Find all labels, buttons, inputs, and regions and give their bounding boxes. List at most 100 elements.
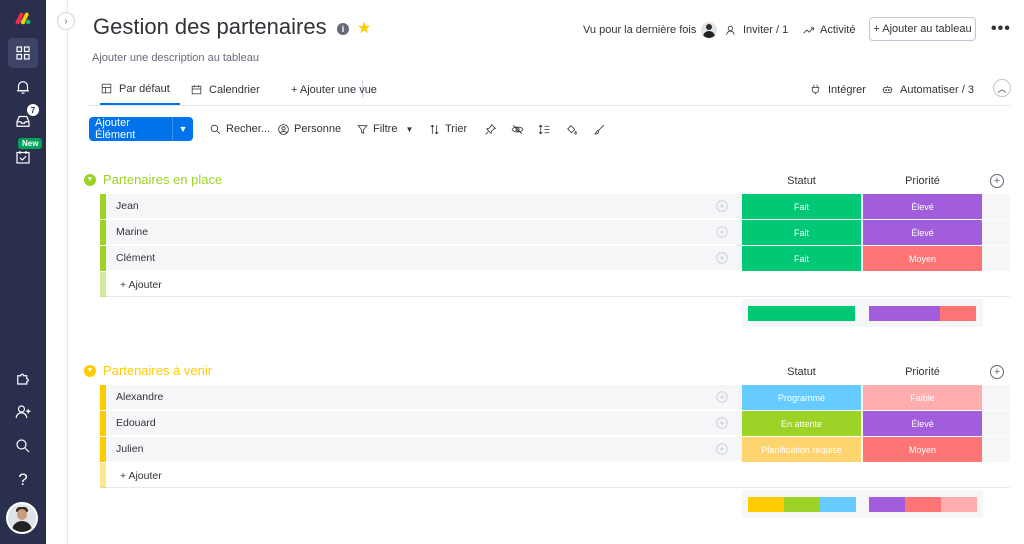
group-title[interactable]: ▼ Partenaires à venir bbox=[84, 363, 212, 378]
add-item-button[interactable]: Ajouter Élément ▼ bbox=[89, 117, 193, 141]
item-name[interactable]: Jean bbox=[116, 200, 139, 212]
row-extension bbox=[983, 194, 1010, 219]
group-color-bar bbox=[100, 220, 106, 245]
robot-icon bbox=[882, 85, 893, 94]
activity-button[interactable]: Activité bbox=[802, 18, 855, 42]
notifications-bell-icon[interactable] bbox=[8, 72, 38, 102]
status-cell[interactable]: Programmé bbox=[742, 385, 861, 410]
group-color-bar bbox=[100, 246, 106, 271]
board-description[interactable]: Ajouter une description au tableau bbox=[92, 52, 259, 64]
user-avatar[interactable] bbox=[6, 502, 38, 534]
status-cell[interactable]: Fait bbox=[742, 194, 861, 219]
item-name[interactable]: Julien bbox=[116, 443, 143, 455]
priority-summary-bar[interactable] bbox=[863, 299, 982, 327]
group-collapse-chevron-icon[interactable]: ▼ bbox=[84, 364, 96, 377]
filter-button[interactable]: Filtre ▼ bbox=[356, 117, 413, 141]
priority-cell[interactable]: Élevé bbox=[863, 220, 982, 245]
filter-chevron-down-icon[interactable]: ▼ bbox=[405, 125, 413, 134]
monday-logo-icon[interactable] bbox=[8, 4, 38, 34]
add-update-icon[interactable] bbox=[715, 199, 729, 213]
plug-icon bbox=[811, 84, 820, 95]
status-cell[interactable]: Fait bbox=[742, 246, 861, 271]
row-height-button[interactable] bbox=[538, 117, 555, 141]
table-row[interactable]: Jean Fait Élevé bbox=[100, 194, 983, 219]
column-header-status[interactable]: Statut bbox=[742, 366, 861, 378]
tab-par-defaut[interactable]: Par défaut bbox=[100, 74, 180, 105]
person-add-icon bbox=[726, 25, 735, 35]
hide-button[interactable] bbox=[511, 117, 528, 141]
help-icon[interactable]: ? bbox=[8, 465, 38, 495]
table-row[interactable]: Alexandre Programmé Faible bbox=[100, 385, 983, 410]
add-update-icon[interactable] bbox=[715, 225, 729, 239]
my-work-calendar-check-icon[interactable] bbox=[8, 142, 38, 172]
info-icon[interactable]: i bbox=[337, 23, 349, 35]
color-button[interactable] bbox=[565, 117, 582, 141]
format-button[interactable] bbox=[593, 117, 610, 141]
column-header-status[interactable]: Statut bbox=[742, 175, 861, 187]
integrate-label: Intégrer bbox=[828, 83, 866, 96]
add-column-plus-icon[interactable]: + bbox=[990, 365, 1004, 379]
apps-puzzle-icon[interactable] bbox=[8, 363, 38, 393]
item-name[interactable]: Edouard bbox=[116, 417, 156, 429]
status-cell[interactable]: Planification requise bbox=[742, 437, 861, 462]
invite-members-icon[interactable] bbox=[8, 397, 38, 427]
expand-panel-chevron-icon[interactable]: › bbox=[57, 12, 75, 30]
add-update-icon[interactable] bbox=[715, 390, 729, 404]
add-item-row[interactable]: + Ajouter bbox=[100, 463, 1010, 488]
add-item-row[interactable]: + Ajouter bbox=[100, 272, 1010, 297]
status-cell[interactable]: Fait bbox=[742, 220, 861, 245]
priority-cell[interactable]: Moyen bbox=[863, 246, 982, 271]
item-name[interactable]: Marine bbox=[116, 226, 148, 238]
search-icon[interactable] bbox=[8, 431, 38, 461]
person-filter-button[interactable]: Personne bbox=[277, 117, 341, 141]
group-title[interactable]: ▼ Partenaires en place bbox=[84, 172, 222, 187]
group-color-bar bbox=[100, 272, 106, 297]
activity-trend-icon bbox=[803, 26, 814, 33]
priority-summary-bar[interactable] bbox=[863, 490, 982, 518]
table-row[interactable]: Edouard En attente Élevé bbox=[100, 411, 983, 436]
add-item-dropdown-chevron-icon[interactable]: ▼ bbox=[172, 117, 193, 141]
table-row[interactable]: Clément Fait Moyen bbox=[100, 246, 983, 271]
tab-calendrier[interactable]: Calendrier bbox=[190, 74, 260, 105]
add-column-plus-icon[interactable]: + bbox=[990, 174, 1004, 188]
sort-button[interactable]: Trier bbox=[428, 117, 467, 141]
add-update-icon[interactable] bbox=[715, 251, 729, 265]
integrate-button[interactable]: Intégrer bbox=[809, 74, 866, 105]
group-collapse-chevron-icon[interactable]: ▼ bbox=[84, 173, 96, 186]
collapse-header-chevron-up-icon[interactable]: ︿ bbox=[993, 79, 1011, 97]
workspace-grid-icon[interactable] bbox=[8, 38, 38, 68]
board-title[interactable]: Gestion des partenaires bbox=[93, 14, 327, 40]
automate-button[interactable]: Automatiser / 3 bbox=[881, 74, 974, 105]
more-options-icon[interactable]: ••• bbox=[991, 20, 1011, 38]
calendar-icon bbox=[191, 85, 202, 95]
summary-segment bbox=[820, 497, 856, 512]
status-summary-bar[interactable] bbox=[742, 490, 861, 518]
add-view-button[interactable]: + Ajouter une vue bbox=[291, 74, 377, 105]
add-update-icon[interactable] bbox=[715, 442, 729, 456]
priority-cell[interactable]: Moyen bbox=[863, 437, 982, 462]
last-seen[interactable]: Vu pour la dernière fois bbox=[583, 18, 718, 42]
column-header-priority[interactable]: Priorité bbox=[863, 175, 982, 187]
favorite-star-icon[interactable]: ★ bbox=[357, 18, 371, 38]
pin-button[interactable] bbox=[484, 117, 501, 141]
search-button[interactable]: Recher... bbox=[209, 117, 270, 141]
item-name[interactable]: Clément bbox=[116, 252, 155, 264]
last-seen-avatar bbox=[701, 22, 718, 38]
priority-cell[interactable]: Élevé bbox=[863, 194, 982, 219]
panel-divider bbox=[67, 0, 68, 544]
column-header-priority[interactable]: Priorité bbox=[863, 366, 982, 378]
add-item-label: Ajouter Élément bbox=[95, 117, 136, 141]
priority-cell[interactable]: Faible bbox=[863, 385, 982, 410]
table-row[interactable]: Julien Planification requise Moyen bbox=[100, 437, 983, 462]
add-to-board-button[interactable]: + Ajouter au tableau bbox=[869, 17, 976, 41]
row-extension bbox=[983, 220, 1010, 245]
status-summary-bar[interactable] bbox=[742, 299, 861, 327]
invite-label: Inviter / 1 bbox=[743, 24, 789, 36]
priority-cell[interactable]: Élevé bbox=[863, 411, 982, 436]
status-cell[interactable]: En attente bbox=[742, 411, 861, 436]
add-update-icon[interactable] bbox=[715, 416, 729, 430]
filter-funnel-icon bbox=[357, 124, 368, 134]
item-name[interactable]: Alexandre bbox=[116, 391, 163, 403]
table-row[interactable]: Marine Fait Élevé bbox=[100, 220, 983, 245]
invite-button[interactable]: Inviter / 1 bbox=[725, 18, 788, 42]
